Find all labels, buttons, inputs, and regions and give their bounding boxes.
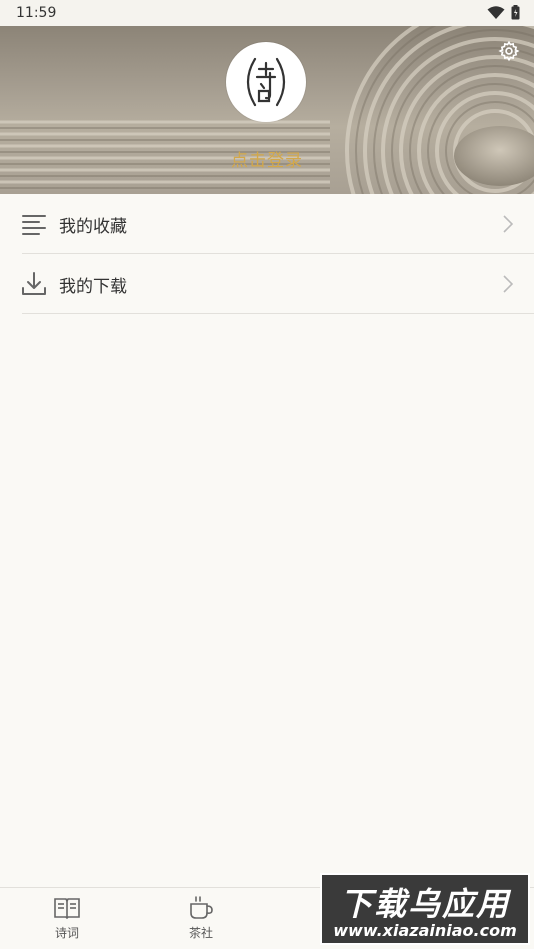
menu-item-label: 我的下载 [59,277,127,297]
menu-item-label: 我的收藏 [59,217,127,237]
watermark-logo: 下载乌应用 www.xiazainiao.com [320,873,530,945]
status-bar: 11:59 [0,0,534,26]
tea-cup-icon [190,896,213,919]
chevron-right-icon [503,275,514,293]
tab-label: 茶社 [188,926,213,940]
chevron-right-icon [503,215,514,233]
settings-gear-icon[interactable] [498,40,520,62]
book-icon [54,898,80,920]
tab-tea-house[interactable]: 茶社 [171,896,231,941]
status-icons [487,5,520,20]
user-avatar[interactable] [226,42,306,122]
profile-header: 点击登录 [0,26,534,194]
wifi-icon [487,5,505,19]
download-icon [22,272,46,295]
profile-menu: 我的收藏 我的下载 [0,194,534,314]
menu-item-downloads[interactable]: 我的下载 [22,254,534,314]
login-link[interactable]: 点击登录 [0,146,534,171]
list-icon [22,215,46,235]
poetry-logo-icon [246,57,286,107]
watermark-title: 下载乌应用 [339,885,510,923]
tab-poetry[interactable]: 诗词 [37,896,97,941]
watermark-url: www.xiazainiao.com [333,921,517,940]
menu-item-favorites[interactable]: 我的收藏 [22,194,534,254]
tab-label: 诗词 [54,926,79,940]
status-time: 11:59 [16,5,57,21]
battery-icon [511,5,520,20]
